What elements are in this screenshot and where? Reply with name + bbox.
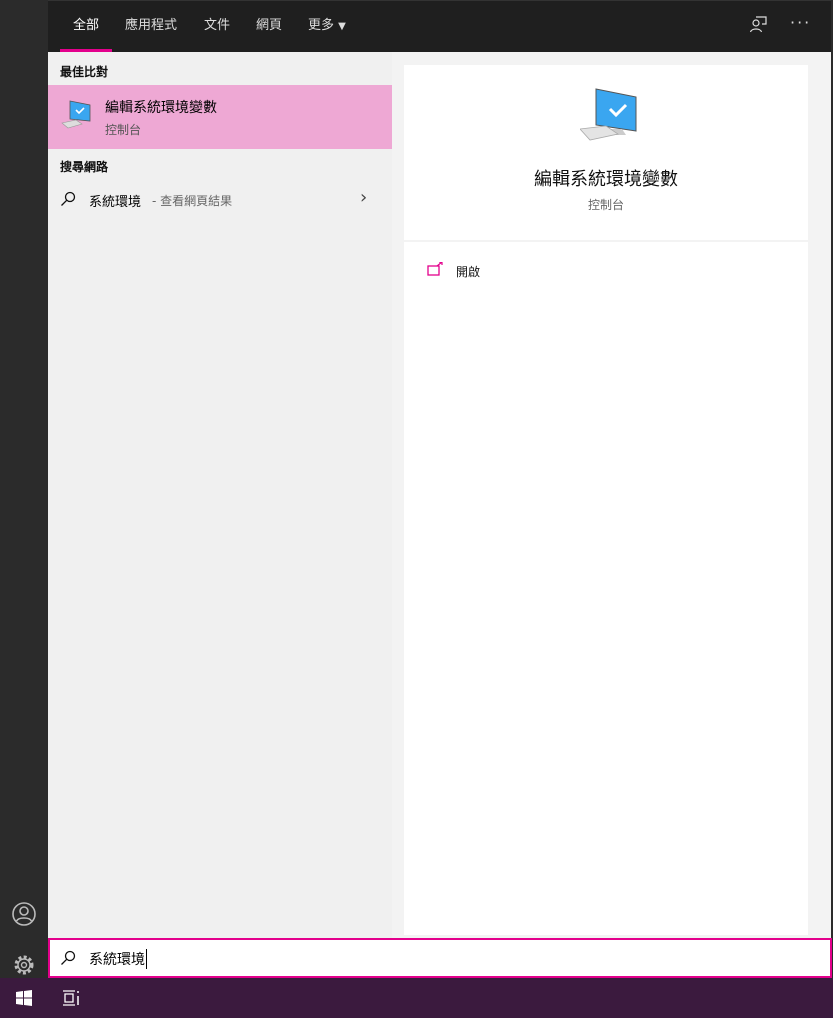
caret-down-icon: ▼ [338, 21, 346, 32]
web-query: 系統環境 [89, 195, 142, 210]
results-panel: 最佳比對 編輯系統環境變數 控制台 搜尋網路 系統環境 - 查看網頁結果 › [48, 52, 392, 938]
web-search-item[interactable]: 系統環境 - 查看網頁結果 › [48, 184, 392, 214]
open-icon [427, 262, 443, 276]
best-match-item[interactable]: 編輯系統環境變數 控制台 [48, 85, 392, 149]
tab-label: 應用程式 [125, 18, 178, 33]
tab-label: 網頁 [256, 18, 283, 33]
search-box[interactable]: 系統環境 [48, 938, 832, 978]
tab-apps[interactable]: 應用程式 [112, 1, 190, 53]
start-rail [0, 0, 48, 978]
web-suffix: - 查看網頁結果 [152, 194, 233, 208]
tab-label: 更多 [308, 18, 335, 33]
account-icon[interactable] [11, 901, 37, 927]
tab-web[interactable]: 網頁 [243, 1, 295, 53]
preview-card: 編輯系統環境變數 控制台 [404, 65, 808, 240]
more-options-icon[interactable]: ··· [790, 13, 811, 32]
search-header: 全部 應用程式 文件 網頁 更多 ▼ ··· [48, 0, 833, 52]
tab-label: 全部 [73, 18, 100, 33]
search-icon [61, 191, 76, 206]
preview-title: 編輯系統環境變數 [534, 169, 678, 190]
best-match-heading: 最佳比對 [60, 65, 109, 79]
search-input[interactable]: 系統環境 [89, 949, 147, 969]
tab-all[interactable]: 全部 [60, 1, 113, 53]
web-search-heading: 搜尋網路 [60, 160, 109, 174]
best-match-title: 編輯系統環境變數 [105, 100, 217, 116]
windows-start-icon[interactable] [16, 990, 32, 1006]
preview-subtitle: 控制台 [587, 198, 624, 212]
preview-panel: 編輯系統環境變數 控制台 開啟 [392, 52, 831, 938]
tab-label: 文件 [204, 18, 231, 33]
actions-card: 開啟 [404, 242, 808, 935]
open-label: 開啟 [456, 265, 481, 279]
tab-documents[interactable]: 文件 [191, 1, 243, 53]
computer-icon [61, 100, 91, 129]
feedback-icon[interactable] [749, 15, 767, 33]
search-icon [61, 950, 76, 965]
open-action[interactable]: 開啟 [404, 256, 808, 286]
settings-icon[interactable] [11, 952, 37, 978]
best-match-subtitle: 控制台 [105, 123, 142, 137]
task-view-icon[interactable] [63, 990, 81, 1006]
chevron-right-icon: › [360, 187, 368, 208]
computer-icon [580, 88, 637, 141]
taskbar [0, 978, 833, 1018]
tab-more[interactable]: 更多 ▼ [295, 1, 359, 53]
